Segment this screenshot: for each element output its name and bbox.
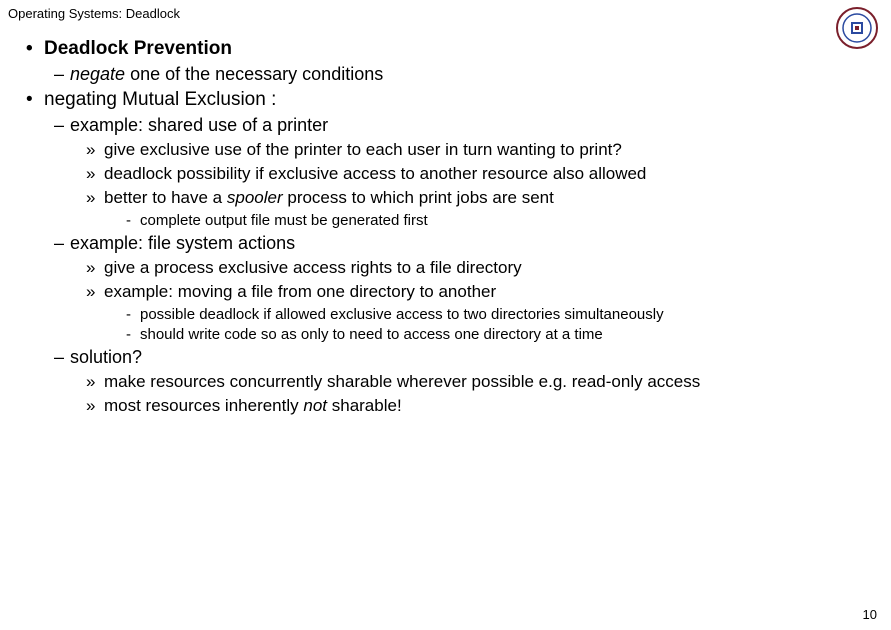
text-italic: spooler — [227, 188, 283, 207]
text: one of the necessary conditions — [125, 64, 383, 84]
text: better to have a — [104, 188, 227, 207]
bullet-deadlock-prevention: Deadlock Prevention — [26, 38, 871, 60]
bullet-exclusive-printer: give exclusive use of the printer to eac… — [86, 140, 871, 160]
bullet-example-move-file: example: moving a file from one director… — [86, 282, 871, 302]
bullet-spooler: better to have a spooler process to whic… — [86, 188, 871, 208]
text: process to which print jobs are sent — [283, 188, 554, 207]
bullet-not-sharable: most resources inherently not sharable! — [86, 396, 871, 416]
slide-header: Operating Systems: Deadlock — [8, 6, 180, 21]
bullet-example-filesystem: example: file system actions — [54, 233, 871, 254]
bullet-negate-conditions: negate one of the necessary conditions — [54, 64, 871, 85]
bullet-write-code: should write code so as only to need to … — [126, 326, 871, 343]
bullet-deadlock-possibility: deadlock possibility if exclusive access… — [86, 164, 871, 184]
bullet-possible-deadlock: possible deadlock if allowed exclusive a… — [126, 306, 871, 323]
text-italic: negate — [70, 64, 125, 84]
bullet-concurrently-sharable: make resources concurrently sharable whe… — [86, 372, 871, 392]
text: most resources inherently — [104, 396, 303, 415]
text-italic: not — [303, 396, 327, 415]
bullet-complete-output: complete output file must be generated f… — [126, 212, 871, 229]
slide-body: Deadlock Prevention negate one of the ne… — [26, 34, 871, 420]
bullet-solution: solution? — [54, 347, 871, 368]
bullet-negating-mutual-exclusion: negating Mutual Exclusion : — [26, 89, 871, 111]
bullet-exclusive-directory: give a process exclusive access rights t… — [86, 258, 871, 278]
bullet-example-printer: example: shared use of a printer — [54, 115, 871, 136]
page-number: 10 — [863, 607, 877, 622]
text: sharable! — [327, 396, 402, 415]
